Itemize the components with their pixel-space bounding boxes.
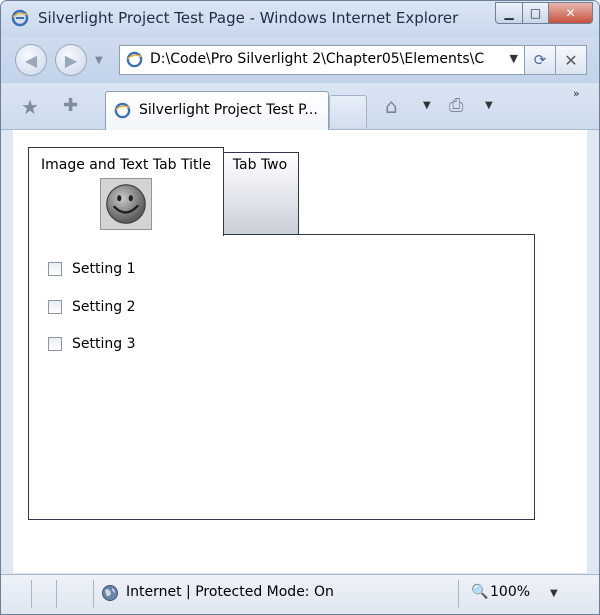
status-bar: Internet | Protected Mode: On 🔍 100% ▼ [1,574,599,614]
chevron-down-icon: ▼ [550,588,558,599]
refresh-icon: ⟳ [533,51,547,69]
setting-1-checkbox[interactable]: Setting 1 [48,259,136,279]
add-favorite-icon: ✚ [63,95,79,116]
browser-window: Silverlight Project Test Page - Windows … [0,0,600,615]
ie-page-icon [126,51,143,68]
chevron-down-icon: ▼ [423,100,431,111]
home-icon: ⌂ [385,94,398,118]
browser-tab-title: Silverlight Project Test P... [139,102,318,118]
maximize-icon: □ [529,6,542,20]
checkbox-label: Setting 2 [72,299,136,315]
checkbox-box[interactable] [48,337,62,351]
ie-logo-icon [11,9,29,27]
forward-arrow-icon: ▶ [64,50,78,70]
more-commands-button[interactable]: » [573,87,580,100]
home-dropdown[interactable]: ▼ [423,100,431,111]
tab-label: Tab Two [232,157,288,173]
browser-tab[interactable]: Silverlight Project Test P... [105,91,329,130]
chevron-down-icon: ▼ [509,52,518,65]
checkbox-label: Setting 3 [72,336,136,352]
address-bar-row: ◀ ▶ ▼ D:\Code\Pro Silverlight 2\Chapter0… [1,37,599,83]
favorites-button[interactable]: ★ [21,95,39,119]
window-title: Silverlight Project Test Page - Windows … [38,9,459,27]
tab-content-panel: Setting 1 Setting 2 Setting 3 [28,234,535,520]
tab-label: Image and Text Tab Title [40,157,211,173]
printer-icon: ⎙ [449,95,464,116]
setting-2-checkbox[interactable]: Setting 2 [48,297,136,317]
stop-icon: ✕ [564,50,578,70]
add-favorites-button[interactable]: ✚ [63,95,78,116]
command-bar: ★ ✚ Silverlight Project Test P... ⌂ ▼ ⎙ … [1,83,599,130]
zoom-icon: 🔍 [471,584,489,600]
print-button[interactable]: ⎙ [449,95,463,116]
address-input[interactable]: D:\Code\Pro Silverlight 2\Chapter05\Elem… [150,51,500,67]
recent-pages-dropdown[interactable]: ▼ [95,55,103,66]
new-tab-button[interactable] [329,95,367,128]
close-button[interactable]: ✕ [549,2,593,24]
home-button[interactable]: ⌂ [385,94,398,118]
checkbox-box[interactable] [48,300,62,314]
chevron-down-icon: ▼ [95,55,103,66]
status-divider [56,580,57,608]
close-icon: ✕ [565,6,576,20]
checkbox-label: Setting 1 [72,261,136,277]
tab-image-and-text[interactable]: Image and Text Tab Title [28,147,224,236]
minimize-icon: ▁ [504,6,514,20]
smiley-face-icon [100,178,152,230]
security-zone-status[interactable]: Internet | Protected Mode: On [126,584,334,600]
status-divider [93,580,94,608]
window-controls: ▁ □ ✕ [495,2,593,24]
back-arrow-icon: ◀ [24,50,38,70]
title-bar: Silverlight Project Test Page - Windows … [1,1,599,37]
ie-page-icon [114,102,131,119]
stop-button[interactable]: ✕ [555,45,587,75]
globe-icon [102,585,118,601]
back-button[interactable]: ◀ [15,44,47,76]
checkbox-box[interactable] [48,262,62,276]
minimize-button[interactable]: ▁ [495,2,523,24]
address-dropdown[interactable]: ▼ [510,52,518,65]
address-bar[interactable]: D:\Code\Pro Silverlight 2\Chapter05\Elem… [119,45,525,75]
double-chevron-icon: » [573,87,580,100]
chevron-down-icon: ▼ [485,100,493,111]
page-content: Image and Text Tab Title Tab Two Setting… [13,130,587,573]
setting-3-checkbox[interactable]: Setting 3 [48,334,136,354]
zoom-dropdown[interactable]: ▼ [550,588,558,599]
status-divider [31,580,32,608]
maximize-button[interactable]: □ [523,2,549,24]
star-icon: ★ [21,95,39,119]
tab-two[interactable]: Tab Two [222,152,299,234]
status-divider [458,580,459,608]
print-dropdown[interactable]: ▼ [485,100,493,111]
refresh-button[interactable]: ⟳ [524,45,556,75]
zoom-level[interactable]: 100% [490,584,530,600]
forward-button[interactable]: ▶ [55,44,87,76]
